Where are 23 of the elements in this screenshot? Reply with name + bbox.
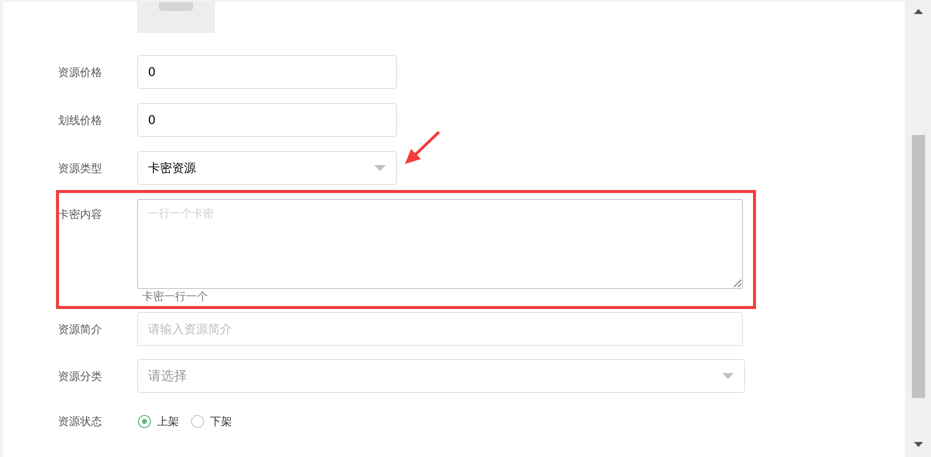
text-field[interactable]: 0 (137, 103, 397, 137)
text-field[interactable]: 请输入资源简介 (137, 312, 743, 346)
select-field[interactable]: 卡密资源 (137, 151, 397, 185)
field-label: 资源价格 (57, 64, 103, 80)
text-field[interactable]: 0 (137, 55, 397, 89)
dropdown-caret-icon (374, 164, 386, 172)
radio-button[interactable] (138, 414, 151, 428)
scroll-down-icon[interactable] (914, 442, 922, 447)
radio-option[interactable]: 下架 (191, 414, 232, 428)
field-hint: 卡密一行一个 (141, 289, 209, 304)
camera-icon (159, 2, 193, 11)
dropdown-caret-icon (722, 372, 734, 380)
radio-button[interactable] (191, 414, 204, 428)
field-label: 划线价格 (57, 112, 103, 128)
field-label: 资源简介 (57, 322, 103, 336)
annotation-arrow (403, 131, 443, 167)
field-label: 资源分类 (57, 368, 103, 384)
scroll-up-icon[interactable] (914, 9, 922, 14)
field-label: 资源状态 (57, 414, 103, 428)
field-label: 卡密内容 (57, 207, 103, 223)
field-label: 资源类型 (57, 160, 103, 176)
scrollbar-thumb[interactable] (912, 135, 924, 398)
radio-option[interactable]: 上架 (138, 414, 179, 428)
